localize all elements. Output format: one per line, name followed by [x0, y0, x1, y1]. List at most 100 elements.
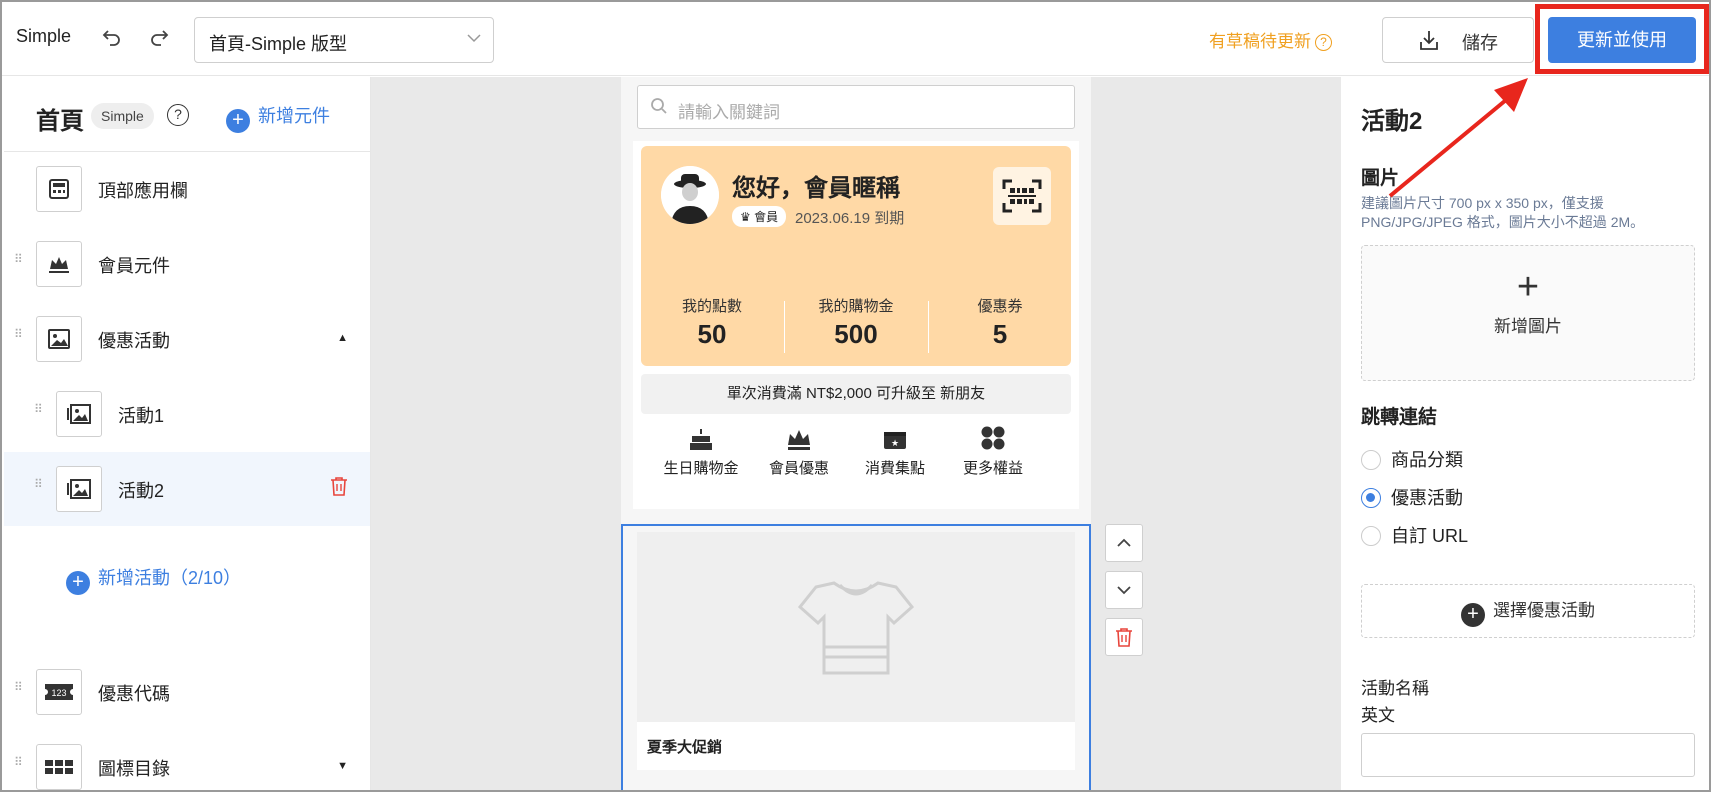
member-card[interactable]: 您好，會員暱稱 ♛ 會員 2023.06.19 到期 我的點數 50 我的購物金… — [633, 141, 1079, 509]
add-image-label: 新增圖片 — [1494, 317, 1562, 336]
gallery-icon — [56, 391, 102, 437]
perk-label: 消費集點 — [864, 460, 925, 477]
english-name-input[interactable] — [1361, 733, 1695, 777]
perk-birthday[interactable]: 生日購物金 — [653, 421, 749, 478]
grid-icon — [36, 744, 82, 790]
stat-value: 5 — [992, 319, 1008, 349]
svg-text:★: ★ — [891, 439, 899, 449]
divider — [784, 301, 785, 353]
perk-more[interactable]: 更多權益 — [945, 421, 1041, 478]
perk-points[interactable]: ★ 消費集點 — [847, 421, 943, 478]
plus-circle-icon: + — [1461, 603, 1485, 627]
sidebar-item-icon-catalog[interactable]: ⠿ 圖標目錄 ▼ — [4, 730, 370, 790]
member-expiry: 2023.06.19 到期 — [795, 210, 905, 227]
add-component-button[interactable]: + 新增元件 — [226, 102, 330, 133]
image-section-title: 圖片 — [1361, 168, 1400, 189]
radio-promotion[interactable]: 優惠活動 — [1361, 484, 1463, 510]
sidebar-item-member[interactable]: ⠿ 會員元件 — [4, 227, 370, 301]
gallery-icon — [56, 466, 102, 512]
barcode-scan-icon[interactable] — [993, 167, 1051, 225]
search-input[interactable]: 請輸入關鍵詞 — [637, 85, 1075, 129]
drag-handle-icon[interactable]: ⠿ — [34, 478, 44, 490]
sidebar-item-app-bar[interactable]: 頂部應用欄 — [4, 152, 370, 226]
image-icon — [36, 316, 82, 362]
sidebar-item-activity-1[interactable]: ⠿ 活動1 — [4, 377, 370, 451]
help-icon[interactable]: ? — [1315, 34, 1332, 51]
sidebar-item-label: 頂部應用欄 — [98, 181, 188, 201]
divider — [928, 301, 929, 353]
caret-down-icon[interactable]: ▼ — [337, 760, 348, 772]
promo-image-placeholder — [637, 532, 1075, 722]
stat-shopping-credit[interactable]: 我的購物金 500 — [786, 295, 926, 350]
phone-preview: 請輸入關鍵詞 您好，會員暱稱 ♛ 會員 2023.06.19 到期 我的點數 5… — [621, 77, 1091, 790]
stat-points[interactable]: 我的點數 50 — [642, 295, 782, 350]
add-activity-button[interactable]: + 新增活動（2/10） — [66, 564, 241, 595]
promo-caption: 夏季大促銷 — [637, 722, 1075, 770]
properties-panel: 活動2 圖片 建議圖片尺寸 700 px x 350 px，僅支援 PNG/JP… — [1341, 77, 1709, 790]
stat-value: 500 — [834, 319, 878, 349]
greeting: 您好，會員暱稱 — [732, 175, 900, 202]
template-badge: Simple — [91, 103, 154, 129]
link-section-title: 跳轉連結 — [1361, 407, 1438, 428]
preview-canvas: 請輸入關鍵詞 您好，會員暱稱 ♛ 會員 2023.06.19 到期 我的點數 5… — [371, 77, 1341, 790]
help-icon[interactable]: ? — [167, 104, 189, 126]
stat-label: 優惠券 — [977, 298, 1023, 315]
stat-label: 我的購物金 — [818, 298, 894, 315]
caret-up-icon[interactable]: ▲ — [337, 332, 348, 344]
sidebar-item-label: 優惠活動 — [98, 331, 170, 351]
sidebar-item-activity-2[interactable]: ⠿ 活動2 — [4, 452, 370, 526]
search-placeholder: 請輸入關鍵詞 — [678, 103, 780, 122]
app-bar-icon — [36, 166, 82, 212]
radio-circle — [1361, 526, 1381, 546]
sidebar-item-label: 活動2 — [118, 481, 165, 501]
trash-icon[interactable] — [330, 476, 348, 501]
trash-icon — [1116, 628, 1132, 647]
drag-handle-icon[interactable]: ⠿ — [14, 328, 24, 340]
perk-label: 會員優惠 — [768, 460, 829, 477]
drag-handle-icon[interactable]: ⠿ — [14, 253, 24, 265]
move-up-button[interactable] — [1105, 524, 1143, 562]
perk-member-deals[interactable]: 會員優惠 — [751, 421, 847, 478]
sidebar-item-label: 會員元件 — [98, 256, 170, 276]
page-select[interactable]: 首頁-Simple 版型 — [194, 17, 494, 63]
crown-icon — [751, 421, 847, 451]
radio-custom-url[interactable]: 自訂 URL — [1361, 522, 1468, 548]
redo-icon[interactable] — [147, 26, 171, 50]
crown-icon — [36, 241, 82, 287]
sidebar-item-coupon-code[interactable]: ⠿ 123 優惠代碼 — [4, 655, 370, 729]
cake-icon — [653, 421, 749, 451]
app-window: Simple 首頁-Simple 版型 有草稿待更新? 儲存 更新並使用 首頁 — [0, 0, 1711, 792]
app-name: Simple — [16, 26, 72, 46]
perk-label: 更多權益 — [962, 460, 1023, 477]
drag-handle-icon[interactable]: ⠿ — [34, 403, 44, 415]
add-component-label: 新增元件 — [258, 106, 330, 126]
choose-promotion-button[interactable]: + 選擇優惠活動 — [1361, 584, 1695, 638]
page-title: 首頁 — [36, 108, 84, 135]
english-label: 英文 — [1361, 706, 1395, 725]
chevron-up-icon — [1117, 538, 1131, 547]
selected-promo-block[interactable]: 夏季大促銷 — [621, 524, 1091, 790]
clover-icon — [945, 421, 1041, 451]
member-card-header: 您好，會員暱稱 ♛ 會員 2023.06.19 到期 我的點數 50 我的購物金… — [641, 146, 1071, 366]
drag-handle-icon[interactable]: ⠿ — [14, 681, 24, 693]
save-label: 儲存 — [1462, 33, 1498, 53]
sidebar-item-promotions[interactable]: ⠿ 優惠活動 ▲ — [4, 302, 370, 376]
member-badge-label: 會員 — [754, 210, 779, 224]
radio-label: 自訂 URL — [1391, 526, 1469, 546]
add-image-button[interactable]: + 新增圖片 — [1361, 245, 1695, 381]
drag-handle-icon[interactable]: ⠿ — [14, 756, 24, 768]
component-sidebar: 首頁 Simple ? + 新增元件 頂部應用欄 ⠿ 會員元件 ⠿ 優惠活動 ▲ — [4, 77, 371, 790]
sidebar-header: 首頁 Simple ? + 新增元件 — [4, 77, 370, 152]
stat-coupons[interactable]: 優惠券 5 — [930, 295, 1070, 350]
plus-circle-icon: + — [226, 109, 250, 133]
draft-notice[interactable]: 有草稿待更新? — [1209, 27, 1332, 52]
delete-block-button[interactable] — [1105, 618, 1143, 656]
undo-icon[interactable] — [100, 26, 124, 50]
add-activity-label: 新增活動（2/10） — [98, 568, 242, 588]
move-down-button[interactable] — [1105, 571, 1143, 609]
radio-product-category[interactable]: 商品分類 — [1361, 446, 1463, 472]
upgrade-banner: 單次消費滿 NT$2,000 可升級至 新朋友 — [641, 374, 1071, 414]
download-icon — [1417, 28, 1441, 57]
sidebar-item-label: 圖標目錄 — [98, 759, 170, 779]
save-button[interactable]: 儲存 — [1382, 17, 1534, 63]
